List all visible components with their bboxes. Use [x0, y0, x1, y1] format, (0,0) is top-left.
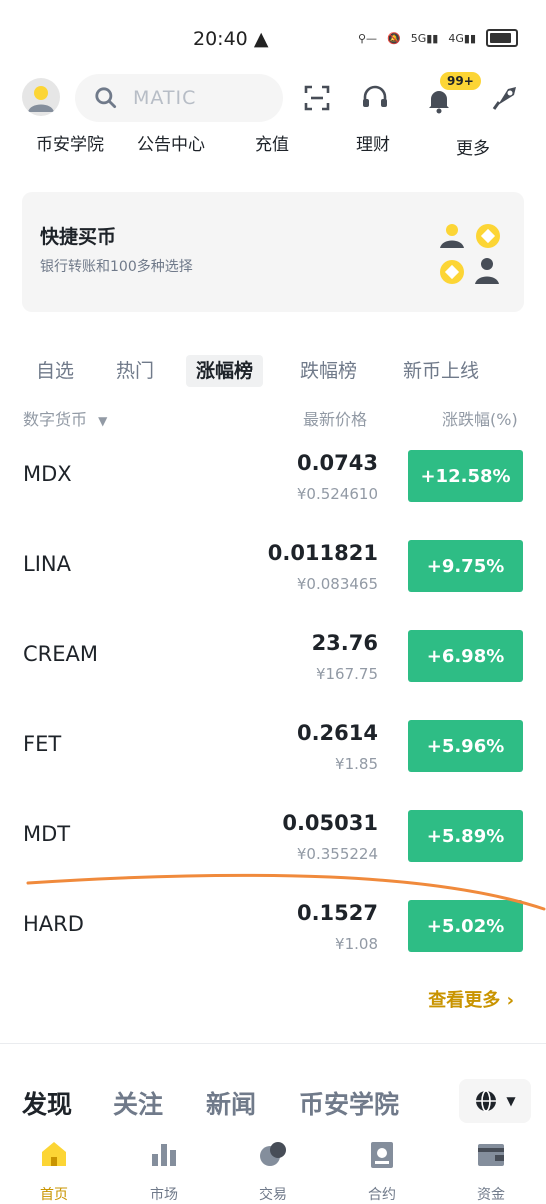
signal-5g: 5G▮▮ — [410, 31, 439, 45]
nav-markets[interactable]: 市场 — [124, 1138, 204, 1204]
row-cny: ¥0.355224 — [296, 845, 378, 863]
caret-down-icon: ▼ — [506, 1094, 516, 1108]
row-price: 0.05031 — [282, 811, 378, 835]
status-icons: ⚲— 🔕 5G▮▮ 4G▮▮ — [358, 29, 518, 47]
quick-link-more[interactable]: 更多 — [456, 134, 490, 159]
p2p-illustration-icon — [432, 220, 504, 292]
discover-tab-follow[interactable]: 关注 — [113, 1085, 163, 1121]
tab-hot[interactable]: 热门 — [106, 355, 164, 387]
cat-icon: ▲ — [253, 28, 269, 50]
row-cny: ¥0.524610 — [296, 485, 378, 503]
quick-buy-subtitle: 银行转账和100多种选择 — [40, 259, 193, 275]
quick-link-academy[interactable]: 币安学院 — [36, 130, 104, 155]
notification-badge: 99+ — [440, 72, 481, 90]
headset-icon[interactable] — [358, 81, 392, 115]
nav-trade[interactable]: 交易 — [233, 1138, 313, 1204]
row-change-button[interactable]: +5.96% — [408, 720, 523, 772]
row-price: 0.0743 — [296, 451, 378, 475]
row-symbol: CREAM — [23, 642, 99, 666]
quick-link-deposit[interactable]: 充值 — [255, 130, 289, 155]
row-change-button[interactable]: +9.75% — [408, 540, 523, 592]
row-price: 0.2614 — [296, 721, 378, 745]
row-symbol: MDT — [23, 822, 71, 846]
key-icon: ⚲— — [357, 31, 378, 45]
nav-home[interactable]: 首页 — [14, 1138, 94, 1204]
language-selector[interactable]: ▼ — [459, 1079, 531, 1123]
row-change-button[interactable]: +12.58% — [408, 450, 523, 502]
discover-tab-academy[interactable]: 币安学院 — [299, 1085, 399, 1121]
nav-wallet-label: 资金 — [477, 1187, 505, 1203]
section-divider — [0, 1043, 546, 1044]
row-change-button[interactable]: +6.98% — [408, 630, 523, 682]
row-cny: ¥167.75 — [315, 665, 378, 683]
column-coin[interactable]: 数字货币 ▼ — [23, 406, 107, 430]
column-price[interactable]: 最新价格 — [303, 406, 367, 430]
discover-tab-news[interactable]: 新闻 — [206, 1085, 256, 1121]
rocket-icon[interactable] — [488, 81, 522, 115]
quick-link-announcements[interactable]: 公告中心 — [137, 130, 205, 155]
tab-new-listings[interactable]: 新币上线 — [393, 355, 489, 387]
nav-home-label: 首页 — [40, 1187, 68, 1203]
row-symbol: MDX — [23, 462, 72, 486]
wallet-icon — [478, 1144, 504, 1166]
quick-link-earn[interactable]: 理财 — [356, 130, 390, 155]
row-symbol: FET — [23, 732, 62, 756]
markets-icon — [152, 1144, 176, 1166]
caret-down-icon: ▼ — [98, 414, 108, 428]
status-time: 20:40 ▲ — [193, 28, 269, 50]
tab-gainers[interactable]: 涨幅榜 — [186, 355, 264, 387]
row-change-button[interactable]: +5.89% — [408, 810, 523, 862]
row-price: 0.011821 — [267, 541, 378, 565]
tab-losers[interactable]: 跌幅榜 — [290, 355, 367, 387]
row-price: 23.76 — [311, 631, 378, 655]
row-symbol: LINA — [23, 552, 71, 576]
signal-4g: 4G▮▮ — [448, 31, 476, 45]
nav-wallet[interactable]: 资金 — [451, 1138, 531, 1204]
row-cny: ¥1.08 — [335, 935, 378, 953]
column-change[interactable]: 涨跌幅(%) — [442, 406, 518, 430]
discover-tab-discover[interactable]: 发现 — [22, 1085, 72, 1121]
row-cny: ¥0.083465 — [296, 575, 378, 593]
battery-icon — [486, 29, 518, 47]
search-input[interactable]: MATIC — [75, 74, 283, 122]
nav-futures-label: 合约 — [368, 1187, 396, 1203]
see-more-link[interactable]: 查看更多 › — [428, 986, 514, 1012]
nav-markets-label: 市场 — [150, 1187, 178, 1203]
chevron-right-icon: › — [506, 990, 514, 1011]
row-cny: ¥1.85 — [335, 755, 378, 773]
scan-icon[interactable] — [300, 81, 334, 115]
mute-icon: 🔕 — [387, 31, 401, 45]
search-icon — [95, 87, 117, 109]
nav-futures[interactable]: 合约 — [342, 1138, 422, 1204]
avatar[interactable] — [22, 78, 60, 116]
quick-buy-title: 快捷买币 — [40, 226, 117, 248]
trade-icon — [260, 1142, 286, 1166]
nav-trade-label: 交易 — [259, 1187, 287, 1203]
globe-icon — [476, 1090, 497, 1112]
annotation-stroke — [26, 873, 546, 911]
futures-icon — [371, 1142, 393, 1168]
home-icon — [42, 1142, 66, 1166]
tab-favorites[interactable]: 自选 — [26, 355, 84, 387]
search-placeholder: MATIC — [133, 87, 197, 109]
